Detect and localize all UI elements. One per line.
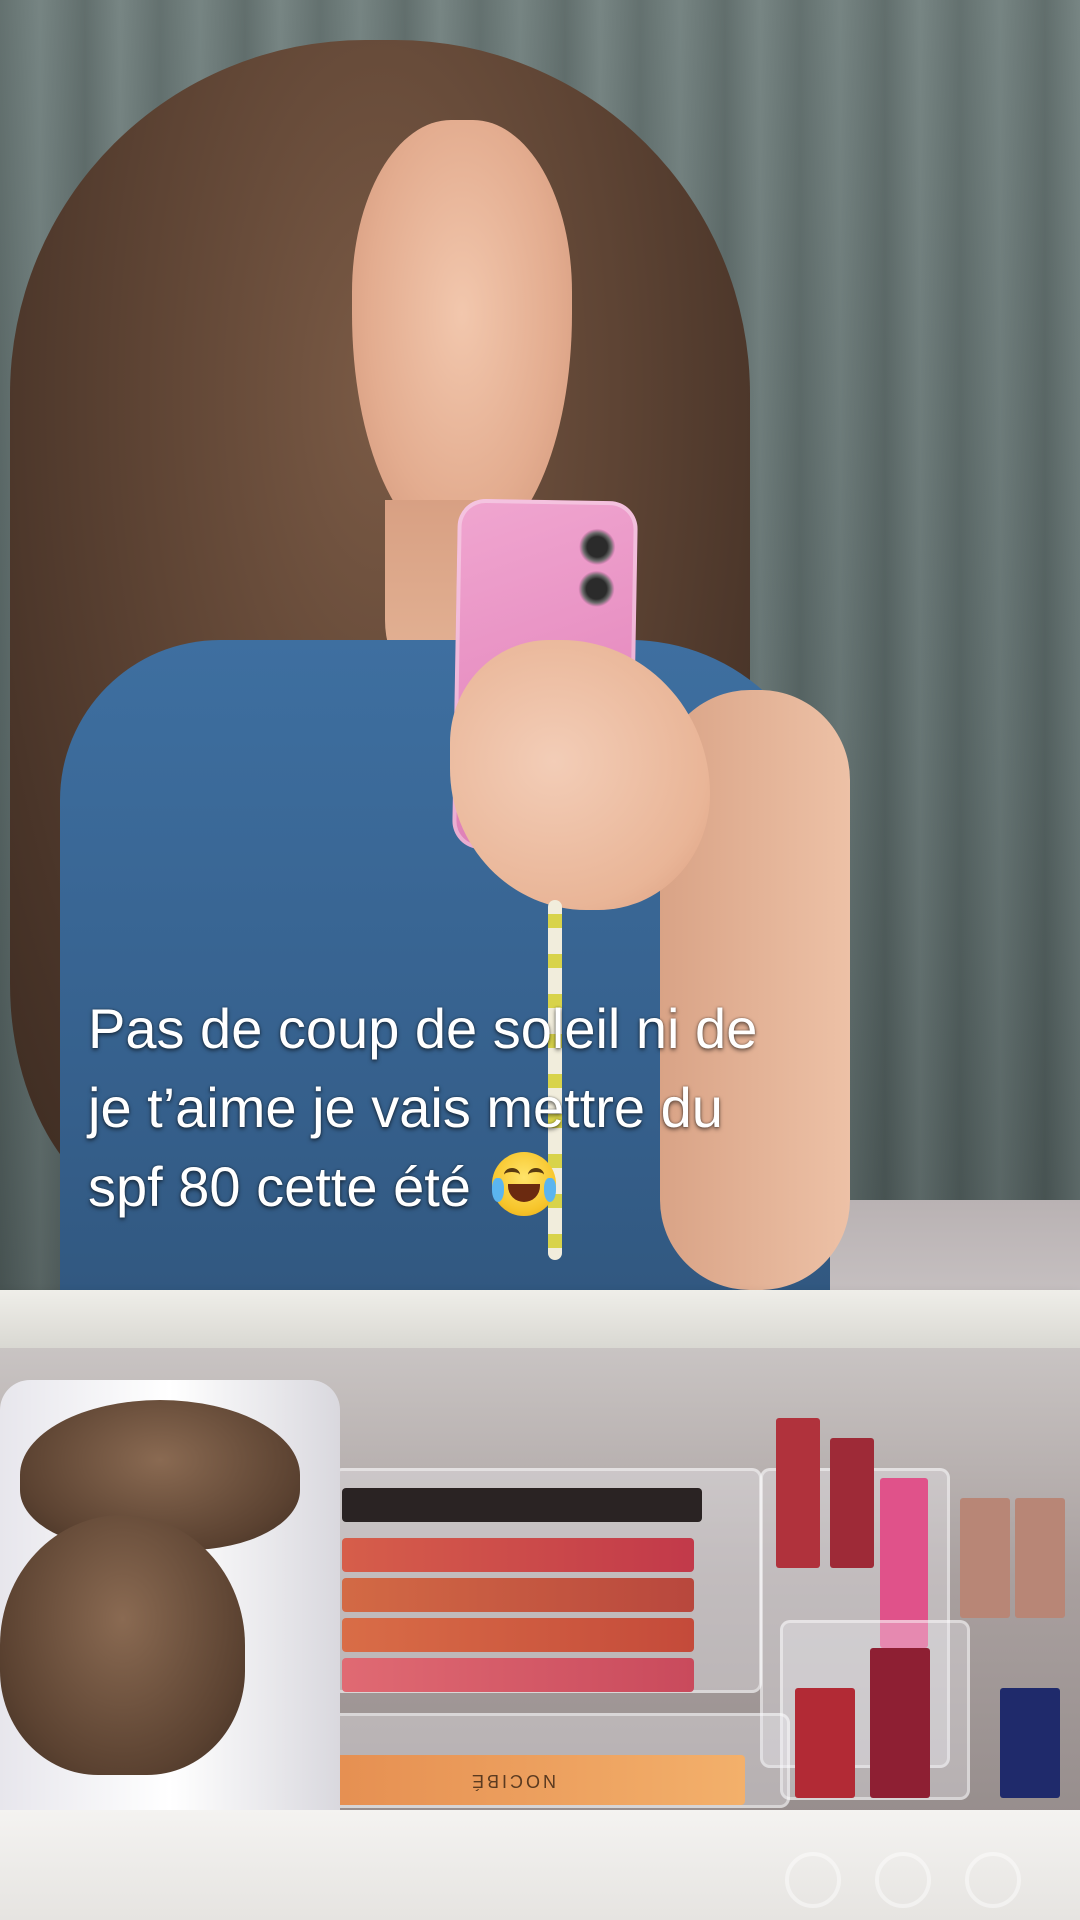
lipstick — [776, 1418, 820, 1568]
palette — [342, 1618, 694, 1652]
lipstick — [870, 1648, 930, 1798]
caption-line-2: je t’aime je vais mettre du — [88, 1075, 723, 1139]
laughing-tears-emoji-icon — [492, 1151, 557, 1216]
palette — [342, 1538, 694, 1572]
video-caption: Pas de coup de soleil ni de je t’aime je… — [88, 990, 1008, 1227]
caption-line-3-text: spf 80 cette été — [88, 1154, 471, 1218]
ring-light-icon — [875, 1852, 931, 1908]
vanity-shelf — [0, 1290, 1080, 1348]
lipstick — [1000, 1688, 1060, 1798]
adjust-icon — [785, 1852, 841, 1908]
camera-lens-icon — [578, 570, 615, 608]
camera-lens-icon — [578, 528, 616, 566]
palette — [342, 1658, 694, 1692]
mirror-selfie-scene: NOCIBÉ — [0, 0, 1080, 1920]
lipstick — [830, 1438, 874, 1568]
palette — [342, 1578, 694, 1612]
makeup-brush — [0, 1515, 245, 1775]
lipstick — [795, 1688, 855, 1798]
lipstick — [960, 1498, 1010, 1618]
palette — [342, 1488, 702, 1522]
caption-line-3: spf 80 cette été — [88, 1148, 1008, 1227]
palette-label: NOCIBÉ — [468, 1770, 556, 1791]
brightness-icon — [965, 1852, 1021, 1908]
caption-line-1: Pas de coup de soleil ni de — [88, 997, 758, 1060]
vanity-desktop — [0, 1810, 1080, 1920]
lipstick — [1015, 1498, 1065, 1618]
nocibe-palette: NOCIBÉ — [280, 1755, 745, 1805]
